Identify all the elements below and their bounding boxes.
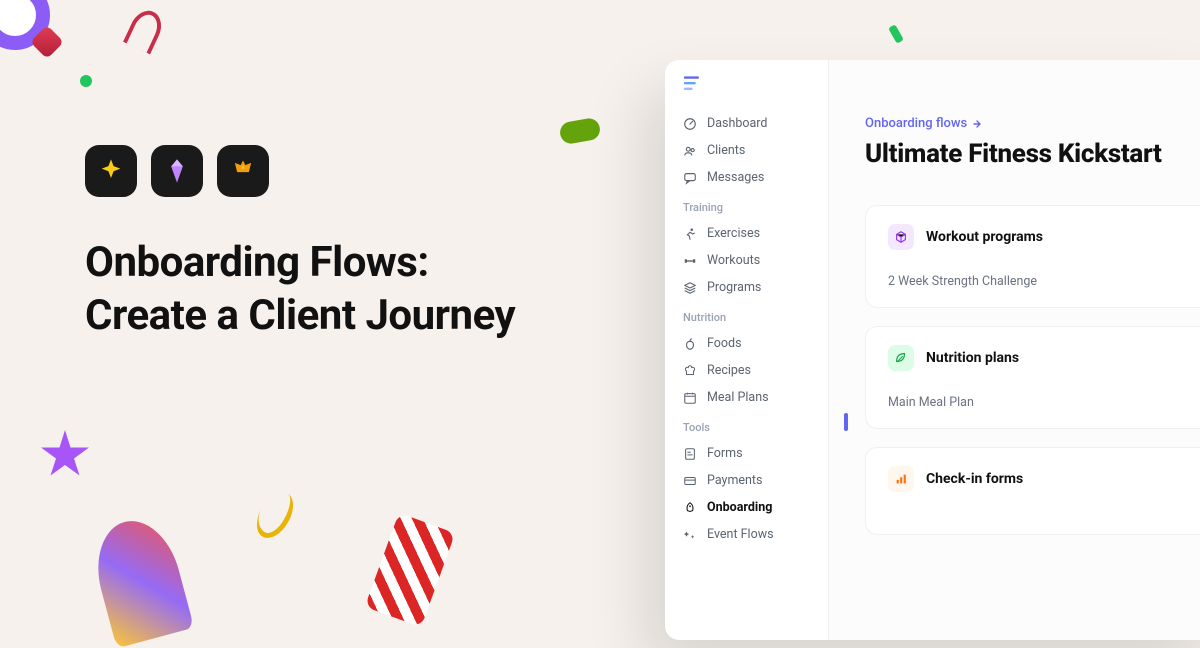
- card-header: Workout programs: [888, 224, 1200, 250]
- sidebar-item-label: Dashboard: [707, 116, 767, 131]
- hero: Onboarding Flows: Create a Client Journe…: [85, 145, 515, 342]
- sidebar-item-label: Event Flows: [707, 527, 774, 542]
- decoration-popper: [365, 513, 456, 627]
- breadcrumb[interactable]: Onboarding flows: [865, 116, 1200, 131]
- app-logo[interactable]: [665, 76, 828, 110]
- decoration-ribbon: [250, 486, 301, 544]
- nav-group-label: Nutrition: [665, 301, 828, 330]
- flow-card-check-in-forms[interactable]: Check-in forms: [865, 447, 1200, 535]
- hero-title: Onboarding Flows: Create a Client Journe…: [85, 237, 515, 342]
- sidebar-item-programs[interactable]: Programs: [665, 274, 828, 301]
- apple-icon: [683, 337, 697, 351]
- card-header: Nutrition plans: [888, 345, 1200, 371]
- sidebar-item-label: Programs: [707, 280, 761, 295]
- accent-bar: [844, 413, 848, 431]
- cube-icon: [888, 224, 914, 250]
- app-window: Dashboard Clients Messages Training Exercise…: [665, 60, 1200, 640]
- card-header: Check-in forms: [888, 466, 1200, 492]
- card-title: Workout programs: [926, 229, 1043, 245]
- sidebar-item-foods[interactable]: Foods: [665, 330, 828, 357]
- sparkle-icon: [97, 157, 125, 185]
- decoration-curl: [123, 6, 167, 55]
- rocket-icon: [683, 501, 697, 515]
- dumbbell-icon: [683, 254, 697, 268]
- sidebar-item-label: Clients: [707, 143, 745, 158]
- arrow-right-icon: [971, 118, 983, 130]
- sidebar-item-recipes[interactable]: Recipes: [665, 357, 828, 384]
- decoration-confetti: [888, 24, 904, 44]
- decoration-pill: [558, 117, 601, 146]
- hero-title-line: Create a Client Journey: [85, 291, 515, 340]
- flow-card-nutrition-plans[interactable]: Nutrition plans Main Meal Plan: [865, 326, 1200, 429]
- leaf-icon: [888, 345, 914, 371]
- sidebar-item-label: Forms: [707, 446, 743, 461]
- users-icon: [683, 144, 697, 158]
- sidebar-item-onboarding[interactable]: Onboarding: [665, 494, 828, 521]
- sidebar-item-messages[interactable]: Messages: [665, 164, 828, 191]
- breadcrumb-label: Onboarding flows: [865, 116, 967, 131]
- badge-row: [85, 145, 515, 197]
- decoration-ring: [0, 0, 50, 50]
- stack-icon: [683, 281, 697, 295]
- nav-group-label: Training: [665, 191, 828, 220]
- sidebar-item-workouts[interactable]: Workouts: [665, 247, 828, 274]
- badge-gem: [151, 145, 203, 197]
- decoration-dot: [80, 75, 92, 87]
- form-icon: [683, 447, 697, 461]
- sidebar-item-label: Payments: [707, 473, 762, 488]
- badge-crown: [217, 145, 269, 197]
- card-subtitle: 2 Week Strength Challenge: [888, 274, 1200, 289]
- logo-icon: [683, 76, 703, 92]
- sidebar-item-dashboard[interactable]: Dashboard: [665, 110, 828, 137]
- flow-card-workout-programs[interactable]: Workout programs 2 Week Strength Challeng…: [865, 205, 1200, 308]
- sidebar-item-meal-plans[interactable]: Meal Plans: [665, 384, 828, 411]
- decoration-square: [30, 25, 64, 59]
- sidebar-item-label: Exercises: [707, 226, 760, 241]
- sidebar-item-forms[interactable]: Forms: [665, 440, 828, 467]
- sidebar-item-payments[interactable]: Payments: [665, 467, 828, 494]
- calendar-meal-icon: [683, 391, 697, 405]
- sidebar-item-label: Onboarding: [707, 500, 772, 515]
- card-title: Nutrition plans: [926, 350, 1019, 366]
- sidebar-item-label: Meal Plans: [707, 390, 769, 405]
- decoration-star: [40, 430, 90, 480]
- crown-icon: [229, 157, 257, 185]
- sidebar-item-label: Workouts: [707, 253, 760, 268]
- sidebar-item-clients[interactable]: Clients: [665, 137, 828, 164]
- sidebar-item-label: Messages: [707, 170, 764, 185]
- sidebar: Dashboard Clients Messages Training Exercise…: [665, 60, 829, 640]
- decoration-cone: [86, 512, 194, 648]
- messages-icon: [683, 171, 697, 185]
- gem-icon: [163, 157, 191, 185]
- card-subtitle: Main Meal Plan: [888, 395, 1200, 410]
- nav-group-label: Tools: [665, 411, 828, 440]
- badge-star: [85, 145, 137, 197]
- sidebar-item-label: Foods: [707, 336, 742, 351]
- card-title: Check-in forms: [926, 471, 1023, 487]
- sparkle-flow-icon: [683, 528, 697, 542]
- bars-icon: [888, 466, 914, 492]
- sidebar-item-event-flows[interactable]: Event Flows: [665, 521, 828, 548]
- sidebar-item-label: Recipes: [707, 363, 751, 378]
- run-icon: [683, 227, 697, 241]
- hero-title-line: Onboarding Flows:: [85, 238, 429, 287]
- card-icon: [683, 474, 697, 488]
- page-title: Ultimate Fitness Kickstart: [865, 139, 1200, 169]
- gauge-icon: [683, 117, 697, 131]
- sidebar-item-exercises[interactable]: Exercises: [665, 220, 828, 247]
- main-content: Onboarding flows Ultimate Fitness Kickst…: [829, 60, 1200, 640]
- chef-icon: [683, 364, 697, 378]
